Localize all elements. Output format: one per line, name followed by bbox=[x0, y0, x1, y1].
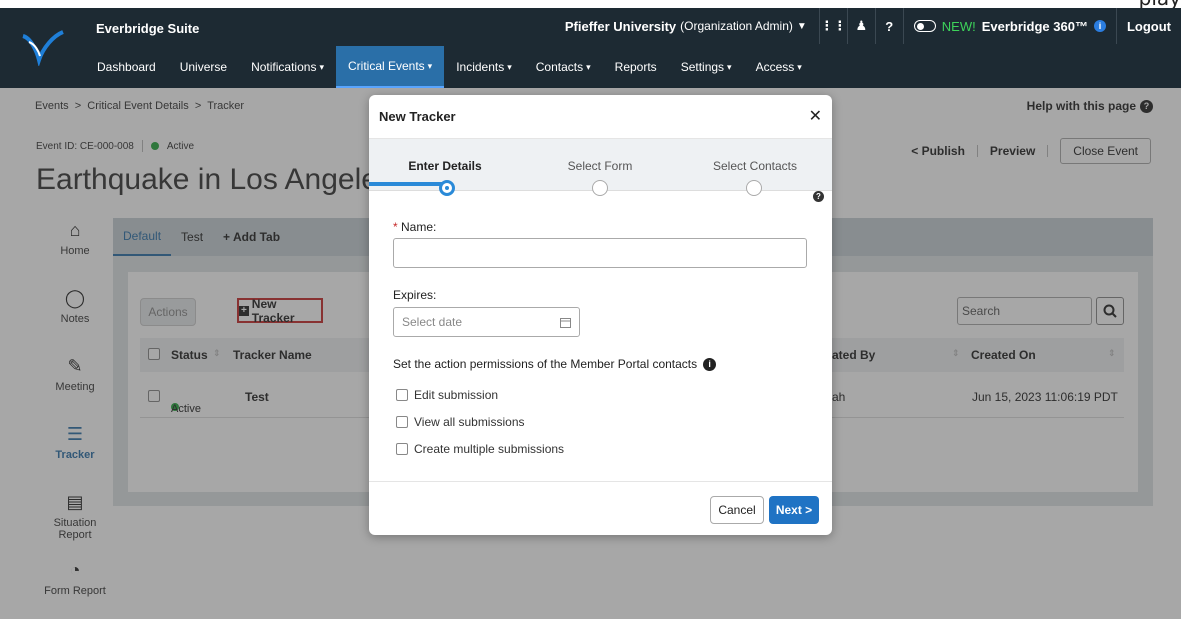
org-selector[interactable]: Pfieffer University (Organization Admin)… bbox=[553, 19, 819, 34]
info-icon[interactable]: i bbox=[1093, 20, 1106, 32]
chevron-down-icon: ▼ bbox=[796, 20, 807, 32]
nav-label: Settings bbox=[680, 60, 725, 74]
nav-incidents[interactable]: Incidents ▾ bbox=[444, 46, 524, 88]
everbridge-logo[interactable] bbox=[0, 8, 85, 88]
app-grid-button[interactable]: ⋮⋮ bbox=[818, 8, 847, 44]
step-indicator-3 bbox=[746, 180, 762, 196]
step-progress-bar bbox=[369, 182, 447, 186]
required-mark: * bbox=[393, 220, 398, 234]
checkbox-label: View all submissions bbox=[414, 415, 525, 429]
dialog-footer: Cancel Next > bbox=[369, 481, 832, 535]
step-select-form[interactable]: Select Form bbox=[568, 159, 633, 173]
close-icon[interactable]: ✕ bbox=[809, 109, 822, 125]
permissions-label: Set the action permissions of the Member… bbox=[393, 357, 717, 371]
dialog-header: New Tracker ✕ bbox=[369, 95, 832, 139]
nav-label: Dashboard bbox=[97, 60, 156, 74]
chevron-down-icon: ▾ bbox=[727, 61, 732, 72]
step-select-contacts[interactable]: Select Contacts bbox=[713, 159, 797, 173]
date-placeholder: Select date bbox=[402, 315, 463, 329]
nav-reports[interactable]: Reports bbox=[603, 46, 669, 88]
dialog-title: New Tracker bbox=[379, 109, 456, 124]
top-strip: play bbox=[0, 0, 1181, 10]
main-nav: Dashboard Universe Notifications ▾ Critic… bbox=[85, 46, 814, 88]
nav-label: Critical Events bbox=[347, 59, 425, 73]
chevron-down-icon: ▾ bbox=[319, 61, 324, 72]
calendar-icon bbox=[560, 317, 571, 328]
checkbox-label: Create multiple submissions bbox=[414, 442, 565, 456]
help-button[interactable]: ? bbox=[874, 8, 903, 44]
step-enter-details[interactable]: Enter Details bbox=[408, 159, 481, 173]
chevron-down-icon: ▾ bbox=[507, 61, 512, 72]
cancel-button[interactable]: Cancel bbox=[710, 496, 764, 524]
header-right: Pfieffer University (Organization Admin)… bbox=[553, 8, 1181, 44]
org-role: (Organization Admin) bbox=[680, 19, 793, 33]
logout-button[interactable]: Logout bbox=[1115, 8, 1181, 44]
chevron-down-icon: ▾ bbox=[427, 60, 433, 71]
checkbox-view-all-submissions[interactable]: View all submissions bbox=[396, 415, 525, 429]
e360-label: Everbridge 360™ bbox=[981, 18, 1088, 34]
new-tag: NEW! bbox=[941, 18, 976, 34]
nav-contacts[interactable]: Contacts ▾ bbox=[524, 46, 603, 88]
nav-critical-events[interactable]: Critical Events ▾ bbox=[335, 46, 445, 88]
grid-icon: ⋮⋮ bbox=[820, 18, 847, 33]
org-name: Pfieffer University bbox=[564, 18, 677, 34]
question-icon: ? bbox=[885, 18, 894, 34]
chevron-down-icon: ▾ bbox=[797, 61, 802, 72]
nav-access[interactable]: Access ▾ bbox=[744, 46, 814, 88]
user-icon: ♟ bbox=[855, 18, 868, 33]
info-icon[interactable]: i bbox=[703, 357, 717, 371]
nav-label: Universe bbox=[179, 60, 228, 74]
expires-label: Expires: bbox=[393, 288, 437, 302]
user-button[interactable]: ♟ bbox=[846, 8, 875, 44]
checkbox-label: Edit submission bbox=[414, 388, 499, 402]
checkbox[interactable] bbox=[396, 389, 408, 401]
logo-icon bbox=[21, 30, 64, 66]
checkbox-edit-submission[interactable]: Edit submission bbox=[396, 388, 498, 402]
name-label: * Name: bbox=[393, 220, 436, 234]
new-tracker-dialog: New Tracker ✕ Enter Details Select Form … bbox=[369, 95, 832, 535]
step-indicator-1 bbox=[439, 180, 455, 196]
nav-universe[interactable]: Universe bbox=[168, 46, 239, 88]
nav-label: Notifications bbox=[251, 60, 317, 74]
nav-label: Contacts bbox=[535, 60, 584, 74]
checkbox-create-multiple-submissions[interactable]: Create multiple submissions bbox=[396, 442, 564, 456]
step-indicator-2 bbox=[592, 180, 608, 196]
nav-label: Access bbox=[755, 60, 795, 74]
brand-name: Everbridge Suite bbox=[96, 20, 200, 36]
permissions-text: Set the action permissions of the Member… bbox=[393, 357, 698, 371]
nav-settings[interactable]: Settings ▾ bbox=[669, 46, 744, 88]
question-icon[interactable]: ? bbox=[813, 191, 824, 202]
name-label-text: Name: bbox=[401, 220, 437, 234]
toggle-icon bbox=[913, 20, 936, 32]
everbridge-360-toggle[interactable]: NEW! Everbridge 360™ i bbox=[902, 8, 1116, 44]
checkbox[interactable] bbox=[396, 443, 408, 455]
checkbox[interactable] bbox=[396, 416, 408, 428]
chevron-down-icon: ▾ bbox=[586, 61, 591, 72]
name-field[interactable] bbox=[393, 238, 807, 268]
nav-label: Reports bbox=[614, 60, 657, 74]
next-button[interactable]: Next > bbox=[769, 496, 819, 524]
nav-dashboard[interactable]: Dashboard bbox=[85, 46, 168, 88]
nav-label: Incidents bbox=[456, 60, 505, 74]
expires-date-field[interactable]: Select date bbox=[393, 307, 580, 337]
nav-notifications[interactable]: Notifications ▾ bbox=[239, 46, 336, 88]
